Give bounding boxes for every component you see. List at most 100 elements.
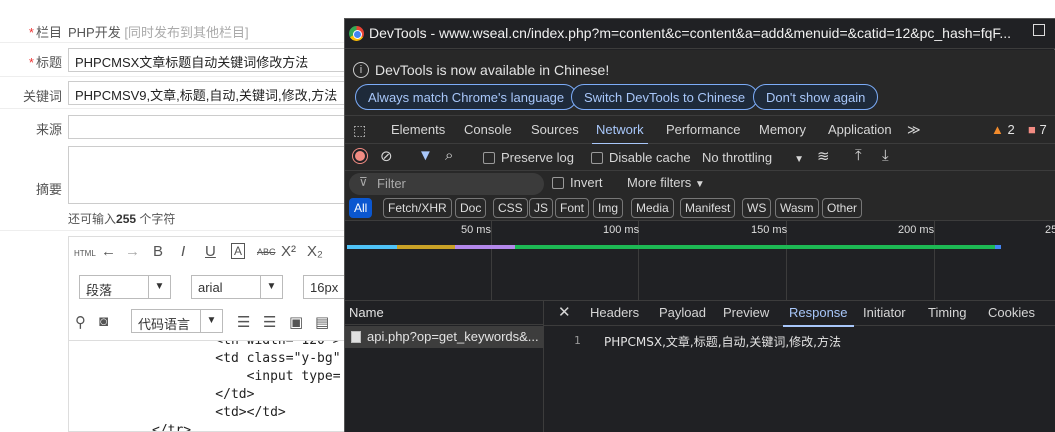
font-border-icon[interactable]: A: [231, 243, 246, 259]
type-filter-img[interactable]: Img: [593, 198, 624, 218]
image-icon[interactable]: ▣: [289, 313, 303, 331]
code-line: <td></td>: [184, 405, 286, 420]
filter-input[interactable]: ⊽ Filter: [349, 173, 544, 195]
preserve-log-checkbox[interactable]: Preserve log: [483, 150, 574, 165]
tab-elements[interactable]: Elements: [391, 122, 445, 137]
tab-console[interactable]: Console: [464, 122, 512, 137]
devtools-tabs: ⬚ Elements Console Sources Network Perfo…: [345, 116, 1055, 145]
type-filter-wasm[interactable]: Wasm: [775, 198, 819, 218]
chevron-down-icon: ▼: [260, 276, 282, 298]
tab-response[interactable]: Response: [783, 305, 854, 327]
tab-initiator[interactable]: Initiator: [863, 305, 906, 320]
summary-textarea[interactable]: [68, 146, 358, 204]
import-har-icon[interactable]: ⤒: [855, 147, 862, 164]
bold-icon[interactable]: B: [153, 243, 163, 260]
editor-code-area[interactable]: <th width="120"> <td class="y-bg" <input…: [68, 340, 358, 432]
line-number: 1: [574, 334, 581, 347]
switch-to-chinese-button[interactable]: Switch DevTools to Chinese: [571, 84, 759, 110]
undo-icon[interactable]: ←: [101, 243, 116, 260]
type-filter-css[interactable]: CSS: [493, 198, 528, 218]
source-input[interactable]: [68, 115, 358, 139]
info-icon: i: [353, 62, 369, 78]
indent-icon[interactable]: ☰: [237, 313, 250, 331]
underline-icon[interactable]: U: [205, 243, 216, 260]
type-filter-all[interactable]: All: [349, 198, 373, 218]
type-filter-manifest[interactable]: Manifest: [680, 198, 736, 218]
filter-bar: ⊽ Filter Invert More filters ▼ All Fetch/…: [345, 171, 1055, 221]
timeline-tick: 50 ms: [461, 224, 491, 236]
response-viewer[interactable]: 1 PHPCMSX,文章,标题,自动,关键词,修改,方法: [544, 327, 1055, 432]
strikethrough-icon[interactable]: ABC: [257, 247, 276, 257]
tab-payload[interactable]: Payload: [659, 305, 706, 320]
code-language-select[interactable]: 代码语言 ▼: [131, 309, 223, 333]
map-pin-icon[interactable]: ⚲: [75, 313, 86, 331]
timing-segment: [455, 245, 515, 249]
name-column-header[interactable]: Name: [345, 301, 544, 325]
type-filter-ws[interactable]: WS: [742, 198, 772, 218]
field-label-summary: 摘要: [35, 182, 62, 197]
timing-segment: [995, 245, 1001, 249]
tab-performance[interactable]: Performance: [666, 122, 740, 137]
tab-headers[interactable]: Headers: [590, 305, 639, 320]
close-icon[interactable]: ✕: [558, 303, 571, 321]
type-filter-fetch-xhr[interactable]: Fetch/XHR: [383, 198, 452, 218]
throttling-select[interactable]: No throttling ▼: [702, 150, 804, 165]
warnings-badge[interactable]: ▲ 2: [991, 122, 1015, 137]
keywords-input[interactable]: PHPCMSV9,文章,标题,自动,关键词,修改,方法: [68, 81, 358, 105]
request-row[interactable]: api.php?op=get_keywords&...: [345, 326, 544, 348]
clear-icon[interactable]: ⊘: [380, 147, 393, 165]
record-icon[interactable]: [353, 149, 367, 163]
tab-memory[interactable]: Memory: [759, 122, 806, 137]
search-icon[interactable]: ⌕: [445, 147, 453, 164]
more-filters-dropdown[interactable]: More filters ▼: [627, 175, 705, 190]
always-match-language-button[interactable]: Always match Chrome's language: [355, 84, 578, 110]
category-hint[interactable]: [同时发布到其他栏目]: [124, 25, 248, 40]
html-source-icon[interactable]: HTML: [74, 249, 96, 258]
invert-checkbox[interactable]: Invert: [552, 175, 603, 190]
tab-sources[interactable]: Sources: [531, 122, 579, 137]
title-input[interactable]: PHPCMSX文章标题自动关键词修改方法: [68, 48, 358, 72]
field-label-category: * 栏目: [28, 25, 62, 40]
tab-timing[interactable]: Timing: [928, 305, 967, 320]
format-select[interactable]: 段落 ▼: [79, 275, 171, 299]
redo-icon[interactable]: →: [125, 243, 140, 260]
inspect-element-icon[interactable]: ⬚: [353, 122, 366, 139]
network-toolbar: ⊘ ▼ ⌕ Preserve log Disable cache No thro…: [345, 144, 1055, 171]
funnel-icon: ⊽: [359, 175, 368, 189]
export-har-icon[interactable]: ⤓: [882, 147, 889, 164]
timeline-gridline: [491, 221, 492, 301]
type-filter-other[interactable]: Other: [822, 198, 863, 218]
type-filter-font[interactable]: Font: [555, 198, 590, 218]
superscript-icon[interactable]: X²: [281, 243, 296, 260]
field-label-title: * 标题: [28, 55, 62, 70]
italic-icon[interactable]: I: [181, 243, 185, 260]
tab-application[interactable]: Application: [828, 122, 892, 137]
type-filter-js[interactable]: JS: [529, 198, 554, 218]
tab-network[interactable]: Network: [592, 122, 648, 145]
field-label-keywords: 关键词: [22, 89, 62, 104]
network-timeline[interactable]: 50 ms 100 ms 150 ms 200 ms 25: [345, 221, 1055, 301]
network-conditions-icon[interactable]: ≋: [817, 147, 830, 165]
subscript-icon[interactable]: X₂: [307, 243, 323, 260]
media-icon[interactable]: ◙: [99, 313, 108, 330]
checkbox-icon: [552, 177, 564, 189]
tab-cookies[interactable]: Cookies: [988, 305, 1035, 320]
filter-icon[interactable]: ▼: [418, 147, 433, 164]
dont-show-again-button[interactable]: Don't show again: [753, 84, 879, 110]
response-body: PHPCMSX,文章,标题,自动,关键词,修改,方法: [604, 335, 841, 349]
type-filter-media[interactable]: Media: [631, 198, 674, 218]
code-line: <th width="120">: [184, 340, 341, 348]
disable-cache-checkbox[interactable]: Disable cache: [591, 150, 691, 165]
category-value[interactable]: PHP开发 [同时发布到其他栏目]: [68, 22, 249, 41]
errors-badge[interactable]: ■ 7: [1028, 122, 1047, 137]
type-filter-doc[interactable]: Doc: [455, 198, 487, 218]
font-select[interactable]: arial ▼: [191, 275, 283, 299]
chevron-down-icon: ▼: [148, 276, 170, 298]
maximize-icon[interactable]: [1033, 24, 1045, 36]
insert-image-icon[interactable]: ▤: [315, 313, 329, 331]
outdent-icon[interactable]: ☰: [263, 313, 276, 331]
devtools-titlebar: DevTools - www.wseal.cn/index.php?m=cont…: [345, 19, 1055, 49]
more-tabs-icon[interactable]: ≫: [907, 122, 921, 138]
timeline-tick: 150 ms: [751, 224, 788, 236]
tab-preview[interactable]: Preview: [723, 305, 769, 320]
